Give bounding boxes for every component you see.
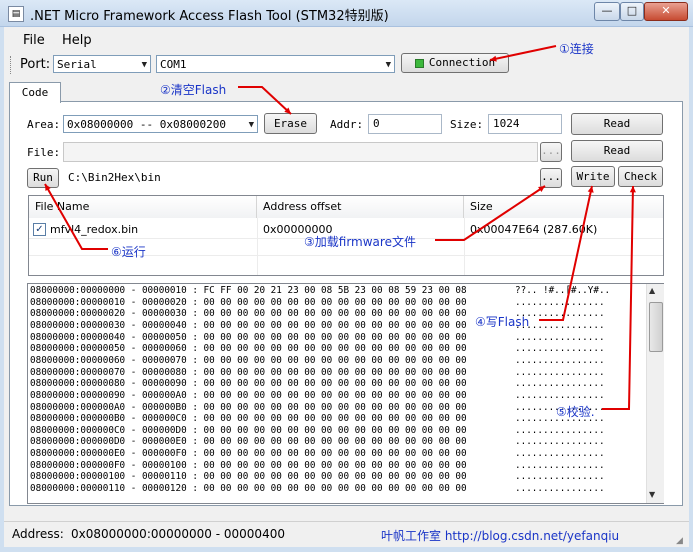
annotation-connect: ①连接 — [559, 42, 594, 56]
ascii-line: ................ — [515, 343, 605, 355]
scroll-thumb[interactable] — [649, 302, 663, 352]
hex-line: 08000000:00000090 - 000000A0 : 00 00 00 … — [30, 389, 467, 401]
hex-line: 08000000:00000000 - 00000010 : FC FF 00 … — [30, 285, 467, 296]
chevron-down-icon: ▼ — [141, 60, 147, 70]
chevron-down-icon: ▼ — [385, 60, 391, 70]
write-button[interactable]: Write — [571, 166, 615, 187]
ascii-line: ................ — [515, 366, 605, 378]
ascii-line: ................ — [515, 331, 605, 343]
hex-line: 08000000:00000080 - 00000090 : 00 00 00 … — [30, 378, 467, 390]
ascii-line: ................ — [515, 354, 605, 366]
status-address-label: Address: — [12, 527, 64, 541]
app-icon: ▤ — [8, 6, 24, 22]
browse-path-button[interactable]: ... — [540, 168, 562, 188]
ascii-line: ................ — [515, 424, 605, 436]
ascii-line: ................ — [515, 296, 605, 308]
hex-line: 08000000:00000060 - 00000070 : 00 00 00 … — [30, 354, 467, 366]
column-header-file-name[interactable]: File Name — [29, 196, 257, 218]
hex-line: 08000000:00000040 - 00000050 : 00 00 00 … — [30, 331, 467, 343]
ascii-line: ................ — [515, 448, 605, 460]
menu-help[interactable]: Help — [62, 33, 92, 48]
ascii-line: ................ — [515, 436, 605, 448]
scroll-up-icon[interactable]: ▲ — [649, 286, 655, 295]
window-title: .NET Micro Framework Access Flash Tool (… — [30, 9, 389, 24]
title-bar[interactable]: ▤ .NET Micro Framework Access Flash Tool… — [0, 0, 693, 27]
annotation-write: ④写Flash — [475, 315, 530, 329]
ascii-line: ................ — [515, 471, 605, 483]
hex-line: 08000000:00000010 - 00000020 : 00 00 00 … — [30, 296, 467, 308]
size-label: Size: — [450, 118, 484, 131]
hex-line: 08000000:00000110 - 00000120 : 00 00 00 … — [30, 483, 467, 495]
annotation-load-firmware: ③加载firmware文件 — [304, 235, 416, 249]
com-select-value: COM1 — [160, 58, 187, 71]
column-header-address-offset[interactable]: Address offset — [257, 196, 464, 218]
addr-label: Addr: — [330, 118, 364, 131]
file-name-cell[interactable]: mfvl4_redox.bin — [50, 221, 138, 238]
toolbar-grip[interactable] — [10, 56, 14, 74]
path-input[interactable]: C:\Bin2Hex\bin — [63, 168, 538, 188]
menu-file[interactable]: File — [23, 33, 45, 48]
hex-line: 08000000:000000A0 - 000000B0 : 00 00 00 … — [30, 401, 467, 413]
annotation-check: ⑤校验. — [556, 405, 595, 419]
ascii-line: ................ — [515, 483, 605, 495]
ascii-line: ................ — [515, 459, 605, 471]
status-address-value: 0x08000000:00000000 - 00000400 — [71, 527, 285, 541]
area-label: Area: — [27, 118, 61, 131]
addr-input[interactable]: 0 — [368, 114, 442, 134]
read-file-button[interactable]: Read — [571, 140, 663, 162]
area-select[interactable]: 0x08000000 -- 0x08000200 ▼ — [63, 115, 258, 133]
file-checkbox[interactable]: ✓ — [33, 223, 46, 236]
scroll-down-icon[interactable]: ▼ — [649, 490, 655, 499]
size-cell: 0x00047E64 (287.60K) — [470, 223, 598, 236]
size-input[interactable]: 1024 — [488, 114, 562, 134]
hex-line: 08000000:00000070 - 00000080 : 00 00 00 … — [30, 366, 467, 378]
hex-line: 08000000:00000100 - 00000110 : 00 00 00 … — [30, 471, 467, 483]
hex-view[interactable]: 08000000:00000000 - 00000010 : FC FF 00 … — [27, 283, 664, 504]
com-select[interactable]: COM1 ▼ — [156, 55, 395, 73]
chevron-down-icon: ▼ — [248, 120, 254, 130]
hex-scrollbar[interactable]: ▲ ▼ — [646, 284, 664, 503]
hex-line: 08000000:000000B0 - 000000C0 : 00 00 00 … — [30, 413, 467, 425]
tab-code[interactable]: Code — [9, 82, 61, 103]
hex-line: 08000000:00000020 - 00000030 : 00 00 00 … — [30, 308, 467, 320]
file-input[interactable] — [63, 142, 538, 162]
port-label: Port: — [20, 57, 51, 72]
area-select-value: 0x08000000 -- 0x08000200 — [67, 118, 226, 131]
close-button[interactable]: ✕ — [644, 2, 688, 21]
status-led-icon — [414, 58, 424, 68]
grid-line — [464, 218, 465, 275]
ascii-line: ??.. !#..[#..Y#.. — [515, 285, 611, 296]
port-select[interactable]: Serial ▼ — [53, 55, 151, 73]
hex-line: 08000000:000000E0 - 000000F0 : 00 00 00 … — [30, 448, 467, 460]
hex-line: 08000000:000000D0 - 000000E0 : 00 00 00 … — [30, 436, 467, 448]
column-header-size[interactable]: Size — [464, 196, 663, 218]
credit-text: 叶帆工作室 http://blog.csdn.net/yefanqiu — [381, 529, 620, 543]
hex-line: 08000000:000000C0 - 000000D0 : 00 00 00 … — [30, 424, 467, 436]
minimize-button[interactable]: — — [594, 2, 620, 21]
ascii-line: ................ — [515, 378, 605, 390]
annotation-run: ⑥运行 — [111, 245, 146, 259]
port-select-value: Serial — [57, 58, 97, 71]
file-label: File: — [27, 146, 61, 159]
hex-line: 08000000:00000030 - 00000040 : 00 00 00 … — [30, 319, 467, 331]
maximize-button[interactable]: □ — [620, 2, 644, 21]
grid-line — [257, 218, 258, 275]
ascii-line: ................ — [515, 389, 605, 401]
hex-line: 08000000:00000050 - 00000060 : 00 00 00 … — [30, 343, 467, 355]
resize-grip-icon[interactable]: ◢ — [676, 536, 683, 546]
browse-file-button[interactable]: ... — [540, 142, 562, 162]
connection-button[interactable]: Connection — [401, 53, 509, 73]
check-button[interactable]: Check — [618, 166, 663, 187]
erase-button[interactable]: Erase — [264, 113, 317, 134]
connection-button-label: Connection — [428, 56, 496, 69]
read-button[interactable]: Read — [571, 113, 663, 135]
annotation-erase: ②清空Flash — [160, 83, 227, 97]
run-button[interactable]: Run — [27, 168, 59, 188]
hex-line: 08000000:000000F0 - 00000100 : 00 00 00 … — [30, 459, 467, 471]
